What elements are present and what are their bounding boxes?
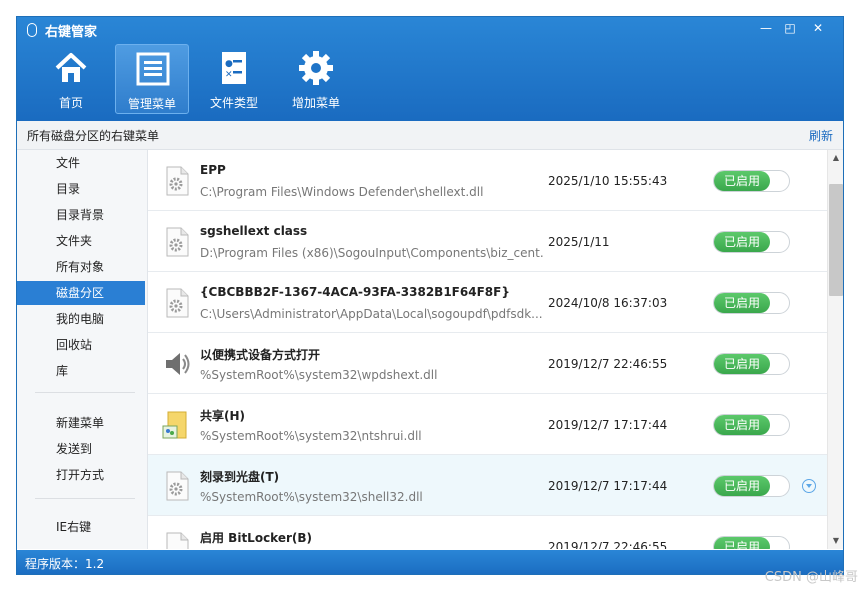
enable-toggle[interactable]: 已启用	[713, 414, 790, 436]
enable-toggle[interactable]: 已启用	[713, 353, 790, 375]
sidebar-item-library[interactable]: 库	[17, 359, 145, 383]
gear-file-icon	[166, 166, 189, 196]
row-date: 2019/12/7 17:17:44	[548, 418, 668, 432]
enable-toggle[interactable]: 已启用	[713, 292, 790, 314]
sidebar-item-all-objects[interactable]: 所有对象	[17, 255, 145, 279]
row-path: %SystemRoot%\system32\shell32.dll	[200, 490, 423, 504]
restore-button[interactable]: ◰	[779, 19, 801, 37]
row-date: 2019/12/7 17:17:44	[548, 479, 668, 493]
refresh-link[interactable]: 刷新	[809, 127, 833, 144]
toggle-label: 已启用	[714, 171, 770, 191]
nav-file-types[interactable]: ● ✕ 文件类型	[197, 44, 271, 114]
file-icon	[166, 532, 189, 549]
sidebar-item-directory[interactable]: 目录	[17, 177, 145, 201]
file-types-icon: ● ✕	[222, 52, 246, 84]
close-button[interactable]: ✕	[807, 19, 829, 37]
expand-chevron-icon[interactable]	[802, 479, 816, 493]
row-name: EPP	[200, 163, 226, 177]
enable-toggle[interactable]: 已启用	[713, 170, 790, 192]
sidebar-item-directory-background[interactable]: 目录背景	[17, 203, 145, 227]
list-item[interactable]: 共享(H) %SystemRoot%\system32\ntshrui.dll …	[148, 394, 827, 455]
list-item[interactable]: 以便携式设备方式打开 %SystemRoot%\system32\wpdshex…	[148, 333, 827, 394]
sidebar-item-file[interactable]: 文件	[17, 151, 145, 175]
row-name: 共享(H)	[200, 409, 246, 423]
speaker-icon	[166, 353, 190, 375]
title-bar: 右键管家 — ◰ ✕ 首页 管理菜单 ● ✕ 文件类型 增加菜单	[17, 17, 843, 121]
row-path: %SystemRoot%\system32\ntshrui.dll	[200, 429, 422, 443]
row-path: C:\Program Files\Windows Defender\shelle…	[200, 185, 484, 199]
nav-add-menu[interactable]: 增加菜单	[279, 44, 353, 114]
app-window: 右键管家 — ◰ ✕ 首页 管理菜单 ● ✕ 文件类型 增加菜单 所有磁盘分区的…	[16, 16, 844, 575]
sidebar-item-ie-context[interactable]: IE右键	[17, 515, 145, 539]
toggle-label: 已启用	[714, 537, 770, 549]
status-bar: 程序版本：1.2	[17, 550, 843, 574]
home-icon	[55, 53, 87, 82]
sidebar-divider	[35, 498, 135, 499]
sidebar-item-disk-partition[interactable]: 磁盘分区	[17, 281, 145, 305]
enable-toggle[interactable]: 已启用	[713, 475, 790, 497]
toggle-label: 已启用	[714, 476, 770, 496]
enable-toggle[interactable]: 已启用	[713, 231, 790, 253]
enable-toggle[interactable]: 已启用	[713, 536, 790, 549]
nav-add-menu-label: 增加菜单	[291, 96, 340, 110]
vertical-scrollbar[interactable]: ▲ ▼	[827, 150, 843, 549]
row-date: 2019/12/7 22:46:55	[548, 540, 668, 549]
row-path: %SystemRoot%\system32\wpdshext.dll	[200, 368, 438, 382]
sidebar-item-send-to[interactable]: 发送到	[17, 437, 145, 461]
toggle-label: 已启用	[714, 293, 770, 313]
list-item[interactable]: 启用 BitLocker(B) 2019/12/7 22:46:55 已启用	[148, 516, 827, 549]
sidebar-item-new-menu[interactable]: 新建菜单	[17, 411, 145, 435]
svg-text:✕: ✕	[225, 70, 233, 80]
page-title: 所有磁盘分区的右键菜单	[27, 129, 160, 143]
menu-list: EPP C:\Program Files\Windows Defender\sh…	[148, 150, 827, 549]
subheader: 所有磁盘分区的右键菜单 刷新	[17, 121, 843, 150]
minimize-button[interactable]: —	[755, 19, 777, 37]
svg-text:●: ●	[225, 59, 233, 69]
toggle-label: 已启用	[714, 415, 770, 435]
row-path: D:\Program Files (x86)\SogouInput\Compon…	[200, 246, 543, 260]
row-date: 2024/10/8 16:37:03	[548, 296, 668, 310]
scroll-up-arrow-icon[interactable]: ▲	[828, 150, 843, 166]
sidebar-item-open-with[interactable]: 打开方式	[17, 463, 145, 487]
scroll-down-arrow-icon[interactable]: ▼	[828, 533, 843, 549]
share-folder-icon	[162, 411, 187, 439]
toggle-label: 已启用	[714, 354, 770, 374]
gear-file-icon	[166, 288, 189, 318]
sidebar-item-my-computer[interactable]: 我的电脑	[17, 307, 145, 331]
row-date: 2025/1/11	[548, 235, 610, 249]
nav-manage-menu-label: 管理菜单	[127, 97, 176, 111]
nav-home-label: 首页	[58, 96, 83, 110]
row-name: sgshellext class	[200, 224, 308, 238]
gear-file-icon	[166, 471, 189, 501]
scroll-thumb[interactable]	[829, 184, 843, 296]
nav-home[interactable]: 首页	[34, 44, 108, 114]
row-name: 启用 BitLocker(B)	[200, 531, 313, 545]
row-date: 2019/12/7 22:46:55	[548, 357, 668, 371]
gear-icon	[299, 51, 333, 85]
list-item[interactable]: sgshellext class D:\Program Files (x86)\…	[148, 211, 827, 272]
list-item[interactable]: 刻录到光盘(T) %SystemRoot%\system32\shell32.d…	[148, 455, 827, 516]
menu-list-icon	[136, 52, 170, 86]
sidebar-item-folder[interactable]: 文件夹	[17, 229, 145, 253]
version-text: 程序版本：1.2	[25, 557, 105, 571]
list-item[interactable]: {CBCBBB2F-1367-4ACA-93FA-3382B1F64F8F} C…	[148, 272, 827, 333]
sidebar-item-recycle-bin[interactable]: 回收站	[17, 333, 145, 357]
row-path: C:\Users\Administrator\AppData\Local\sog…	[200, 307, 543, 321]
sidebar-divider	[35, 392, 135, 393]
row-name: 刻录到光盘(T)	[200, 470, 280, 484]
gear-file-icon	[166, 227, 189, 257]
list-item[interactable]: EPP C:\Program Files\Windows Defender\sh…	[148, 150, 827, 211]
row-name: 以便携式设备方式打开	[200, 348, 321, 362]
app-title: 右键管家	[45, 25, 98, 40]
nav-manage-menu[interactable]: 管理菜单	[115, 44, 189, 114]
mouse-icon	[27, 23, 37, 37]
watermark: CSDN @山峰哥	[764, 570, 858, 585]
row-name: {CBCBBB2F-1367-4ACA-93FA-3382B1F64F8F}	[200, 285, 510, 299]
toggle-label: 已启用	[714, 232, 770, 252]
nav-file-types-label: 文件类型	[209, 96, 258, 110]
sidebar: 文件 目录 目录背景 文件夹 所有对象 磁盘分区 我的电脑 回收站 库 新建菜单…	[17, 150, 148, 549]
row-date: 2025/1/10 15:55:43	[548, 174, 668, 188]
